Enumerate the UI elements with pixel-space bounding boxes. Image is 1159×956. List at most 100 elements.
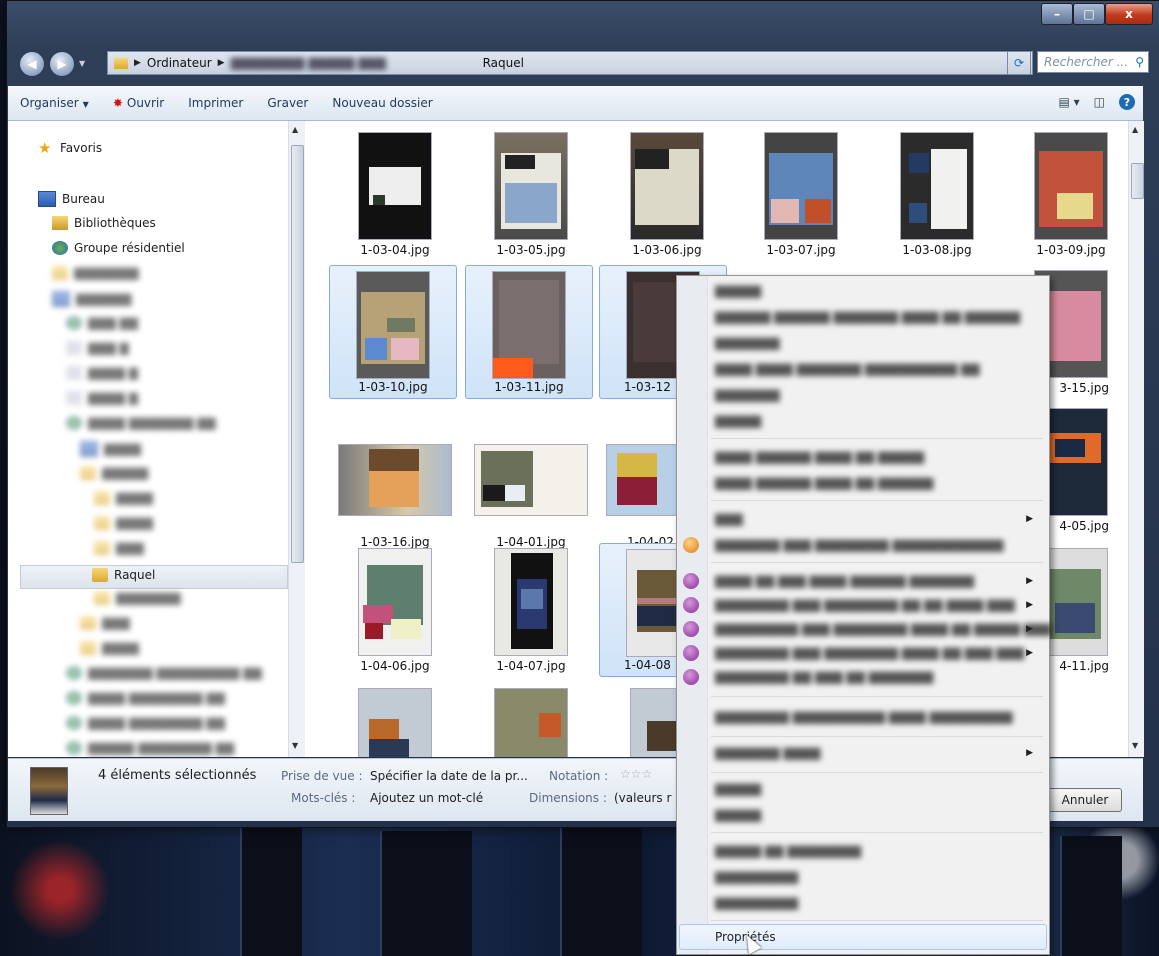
nav-item-blurred[interactable]: ▇▇▇▇▇ — [80, 466, 148, 480]
context-menu-item[interactable]: ▇▇▇▇▇▇▇▇▇ — [709, 866, 1045, 888]
context-menu-item[interactable]: ▇▇▇▇▇▇▇ — [709, 332, 1045, 354]
file-thumbnail[interactable]: 1-04-06.jpg — [331, 543, 459, 677]
scrollbar-thumb[interactable] — [1131, 163, 1144, 199]
nav-item-blurred[interactable]: ▇▇▇▇▇ ▇▇▇▇▇▇▇▇ ▇▇ — [66, 741, 234, 755]
context-menu-item[interactable]: ▇▇▇ ▶ — [709, 508, 1045, 530]
file-thumbnail[interactable]: 1-03-07.jpg — [737, 127, 865, 261]
nouveau-dossier-button[interactable]: Nouveau dossier — [320, 96, 444, 110]
scrollbar-thumb[interactable] — [291, 145, 304, 563]
file-thumbnail[interactable]: 1-03-08.jpg — [873, 127, 1001, 261]
file-thumbnail[interactable] — [467, 683, 595, 757]
nav-item-blurred[interactable]: ▇▇▇▇ ▇ — [66, 366, 138, 380]
nav-item-favoris[interactable]: ★ Favoris — [38, 141, 102, 156]
back-button[interactable]: ◀ — [19, 51, 45, 77]
nav-item-blurred[interactable]: ▇▇▇▇ ▇▇▇▇▇▇▇▇ ▇▇ — [66, 716, 225, 730]
nav-item-blurred[interactable]: ▇▇▇▇ — [94, 516, 153, 530]
nav-item-blurred[interactable]: ▇▇▇▇ ▇ — [66, 391, 138, 405]
context-menu-item[interactable]: ▇▇▇▇▇ — [709, 410, 1045, 432]
nav-item-bibliotheques[interactable]: Bibliothèques — [52, 216, 156, 230]
ouvrir-button[interactable]: ✸ Ouvrir — [101, 96, 176, 110]
file-thumbnail[interactable]: 1-03-09.jpg — [1007, 127, 1128, 261]
context-menu-item[interactable]: ▇▇▇▇▇▇▇▇▇ — [709, 892, 1045, 914]
close-button[interactable]: x — [1105, 3, 1153, 25]
context-menu-item[interactable]: ▇▇▇▇ ▇▇▇▇ ▇▇▇▇▇▇▇ ▇▇▇▇▇▇▇▇▇▇ ▇▇ — [709, 358, 1045, 380]
nav-item-blurred[interactable]: ▇▇▇ — [80, 616, 130, 630]
context-menu-item[interactable]: ▇▇▇▇▇▇▇▇▇ ▇▇▇ ▇▇▇▇▇▇▇▇ ▇▇▇▇ ▇▇ ▇▇▇▇▇ ▇▇▇… — [683, 618, 1052, 640]
painting-shape — [521, 589, 543, 609]
context-menu-item[interactable]: ▇▇▇▇ ▇▇ ▇▇▇ ▇▇▇▇ ▇▇▇▇▇▇ ▇▇▇▇▇▇▇ ▶ — [683, 570, 1045, 592]
context-menu-item[interactable]: ▇▇▇▇▇ — [709, 778, 1045, 800]
context-menu-item[interactable]: ▇▇▇▇ ▇▇▇▇▇▇ ▇▇▇▇ ▇▇ ▇▇▇▇▇▇ — [709, 472, 1045, 494]
scroll-down-icon[interactable]: ▼ — [1132, 741, 1138, 750]
graver-button[interactable]: Graver — [255, 96, 320, 110]
context-menu-item[interactable]: ▇▇▇▇▇ ▇▇ ▇▇▇▇▇▇▇▇ — [709, 840, 1045, 862]
file-thumbnail[interactable]: 1-03-06.jpg — [603, 127, 731, 261]
refresh-button[interactable]: ⟳ — [1007, 51, 1031, 75]
history-dropdown-icon[interactable]: ▼ — [79, 59, 85, 68]
file-thumbnail[interactable] — [331, 683, 459, 757]
nav-item-blurred[interactable]: ▇▇▇▇▇▇▇ — [52, 266, 139, 280]
image-preview — [631, 133, 703, 239]
context-menu-item[interactable]: ▇▇▇▇▇ — [709, 804, 1045, 826]
nav-item-blurred[interactable]: ▇▇▇▇▇▇▇ — [94, 591, 181, 605]
minimize-button[interactable]: – — [1041, 3, 1073, 25]
nav-item-blurred[interactable]: ▇▇▇▇ — [94, 491, 153, 505]
file-thumbnail[interactable]: 1-04-01.jpg — [467, 419, 595, 553]
nav-item-blurred[interactable]: ▇▇▇▇▇▇ — [52, 291, 131, 307]
image-preview — [359, 689, 431, 757]
file-thumbnail[interactable]: 1-03-05.jpg — [467, 127, 595, 261]
nav-item-raquel[interactable]: Raquel — [92, 568, 155, 582]
file-thumbnail-selected[interactable]: 1-03-11.jpg — [465, 265, 593, 399]
cancel-button[interactable]: Annuler — [1048, 788, 1122, 812]
address-bar[interactable]: ▶ Ordinateur ▶ ▇▇▇▇▇▇▇▇ ▇▇▇▇▇ ▇▇▇ Raquel… — [107, 51, 1033, 75]
context-menu-item[interactable]: ▇▇▇▇▇▇▇▇ ▇▇ ▇▇▇ ▇▇ ▇▇▇▇▇▇▇ — [683, 666, 1045, 688]
nav-item-blurred[interactable]: ▇▇▇▇ — [80, 441, 141, 457]
pdf-icon — [683, 573, 699, 589]
file-thumbnail-selected[interactable]: 1-03-10.jpg — [329, 265, 457, 399]
imprimer-button[interactable]: Imprimer — [176, 96, 255, 110]
command-bar: Organiser ▼ ✸ Ouvrir Imprimer Graver Nouve… — [8, 86, 1143, 121]
file-thumbnail[interactable]: 1-03-04.jpg — [331, 127, 459, 261]
help-icon[interactable]: ? — [1119, 94, 1135, 110]
folder-icon — [94, 591, 110, 605]
scroll-down-icon[interactable]: ▼ — [292, 741, 298, 750]
context-menu-item[interactable]: ▇▇▇▇▇▇▇▇ ▇▇▇▇▇▇▇▇▇▇ ▇▇▇▇ ▇▇▇▇▇▇▇▇▇ — [709, 706, 1045, 728]
content-scrollbar[interactable]: ▲ ▼ — [1128, 121, 1144, 757]
context-menu-item[interactable]: ▇▇▇▇▇▇▇ ▇▇▇▇ ▶ — [709, 742, 1045, 764]
maximize-button[interactable]: □ — [1073, 3, 1105, 25]
organiser-button[interactable]: Organiser ▼ — [8, 96, 101, 110]
preview-pane-icon[interactable]: ◫ — [1094, 95, 1105, 109]
nav-item-bureau[interactable]: Bureau — [38, 191, 105, 207]
view-mode-icon[interactable]: ▤ ▾ — [1058, 95, 1079, 109]
breadcrumb-ordinateur[interactable]: Ordinateur — [141, 56, 218, 70]
file-thumbnail[interactable]: 1-03-16.jpg — [331, 419, 459, 553]
painting-shape — [635, 149, 669, 169]
nav-item-blurred[interactable]: ▇▇▇ — [94, 541, 144, 555]
nav-item-groupe[interactable]: Groupe résidentiel — [52, 241, 185, 255]
network-drive-icon — [66, 416, 82, 430]
context-menu-item[interactable]: ▇▇▇▇▇▇▇▇ ▇▇▇ ▇▇▇▇▇▇▇▇ ▇▇ ▇▇ ▇▇▇▇ ▇▇▇ ▶ — [683, 594, 1045, 616]
search-input[interactable]: Rechercher ... ⚲ — [1037, 51, 1149, 73]
nav-scrollbar[interactable]: ▲ ▼ — [288, 121, 305, 757]
context-menu-item[interactable]: ▇▇▇▇▇ — [709, 280, 1045, 302]
rating-stars[interactable]: ☆☆☆ — [620, 767, 652, 781]
mots-cles-value[interactable]: Ajoutez un mot-clé — [370, 791, 483, 805]
nav-item-blurred[interactable]: ▇▇▇▇ — [80, 641, 139, 655]
scroll-up-icon[interactable]: ▲ — [1132, 125, 1138, 134]
context-menu-item[interactable]: ▇▇▇▇▇▇▇ — [709, 384, 1045, 406]
nav-item-blurred[interactable]: ▇▇▇▇ ▇▇▇▇▇▇▇ ▇▇ — [66, 416, 216, 430]
breadcrumb-blurred[interactable]: ▇▇▇▇▇▇▇▇ ▇▇▇▇▇ ▇▇▇ — [225, 56, 477, 70]
nav-item-blurred[interactable]: ▇▇▇ ▇ — [66, 341, 129, 355]
context-menu-item[interactable]: ▇▇▇▇▇▇▇ ▇▇▇ ▇▇▇▇▇▇▇▇ ▇▇▇▇▇▇▇▇▇▇▇▇ — [683, 534, 1045, 556]
breadcrumb-raquel[interactable]: Raquel — [477, 56, 530, 70]
nav-item-blurred[interactable]: ▇▇▇▇ ▇▇▇▇▇▇▇▇ ▇▇ — [66, 691, 225, 705]
context-menu-item[interactable]: ▇▇▇▇▇▇▇▇ ▇▇▇ ▇▇▇▇▇▇▇▇ ▇▇▇▇ ▇▇ ▇▇▇ ▇▇▇ ▶ — [683, 642, 1045, 664]
context-menu-item[interactable]: ▇▇▇▇▇▇ ▇▇▇▇▇▇ ▇▇▇▇▇▇▇ ▇▇▇▇ ▇▇ ▇▇▇▇▇▇ — [709, 306, 1045, 328]
forward-button[interactable]: ▶ — [49, 51, 75, 77]
nav-item-blurred[interactable]: ▇▇▇▇▇▇▇ ▇▇▇▇▇▇▇▇▇ ▇▇ — [66, 666, 262, 680]
file-thumbnail[interactable]: 1-04-07.jpg — [467, 543, 595, 677]
context-menu-item[interactable]: ▇▇▇▇ ▇▇▇▇▇▇ ▇▇▇▇ ▇▇ ▇▇▇▇▇ — [709, 446, 1045, 468]
nav-item-blurred[interactable]: ▇▇▇ ▇▇ — [66, 316, 138, 330]
prise-de-vue-value[interactable]: Spécifier la date de la pr... — [370, 769, 528, 783]
scroll-up-icon[interactable]: ▲ — [292, 125, 298, 134]
